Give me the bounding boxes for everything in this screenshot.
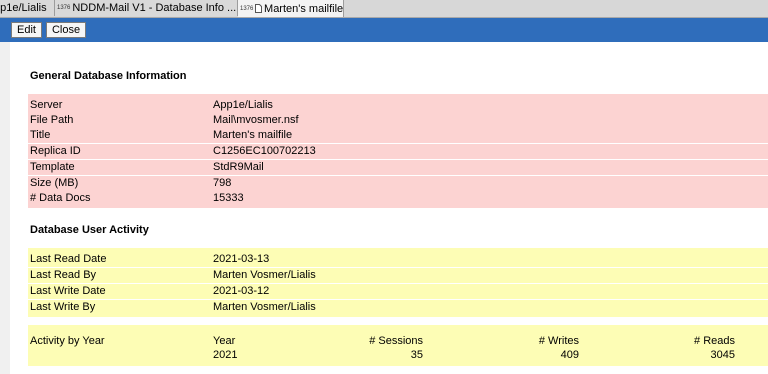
activity-by-year-table: Activity by Year Year # Sessions # Write… [28, 334, 768, 366]
activity-row-last-read-by: Last Read By Marten Vosmer/Lialis [28, 268, 768, 283]
row-value: C1256EC100702213 [213, 145, 316, 157]
row-value: 798 [213, 177, 232, 189]
action-bar: Edit Close [0, 18, 768, 43]
row-label: File Path [30, 114, 74, 126]
tab-label: pp1e/Lialis [0, 2, 47, 14]
info-row-template: Template StdR9Mail [28, 160, 768, 175]
row-label: Replica ID [30, 145, 81, 157]
row-value: 2021-03-12 [213, 285, 270, 297]
row-label: Last Read By [30, 269, 97, 281]
info-row-size: Size (MB) 798 [28, 176, 768, 191]
header-sessions: # Sessions [369, 335, 423, 347]
header-year: Year [213, 335, 236, 347]
header-writes: # Writes [538, 335, 579, 347]
row-label: Last Read Date [30, 253, 107, 265]
row-value: Marten's mailfile [213, 129, 293, 141]
info-row-replica-id: Replica ID C1256EC100702213 [28, 144, 768, 159]
info-row-title: Title Marten's mailfile [28, 128, 768, 143]
row-label: Title [30, 129, 51, 141]
row-value: StdR9Mail [213, 161, 264, 173]
cell-reads: 3045 [710, 349, 735, 361]
row-label: Server [30, 99, 63, 111]
cell-year: 2021 [213, 349, 238, 361]
row-label: Size (MB) [30, 177, 79, 189]
info-row-server: Server App1e/Lialis [28, 98, 768, 113]
tab-label: Marten's mailfile [264, 2, 344, 15]
tab-app1e-lialis[interactable]: pp1e/Lialis [0, 0, 55, 16]
activity-section-title: Database User Activity [30, 224, 149, 236]
tab-strip: pp1e/Lialis 1376 NDDM-Mail V1 - Database… [0, 0, 768, 18]
row-value: 2021-03-13 [213, 253, 270, 265]
cell-sessions: 35 [410, 349, 423, 361]
activity-by-year-top-pad [28, 325, 768, 334]
row-label: # Data Docs [30, 192, 91, 204]
row-label: Last Write By [30, 301, 96, 313]
general-section-title: General Database Information [30, 70, 187, 82]
header-reads: # Reads [694, 335, 735, 347]
row-label: Last Write Date [30, 285, 106, 297]
document-glyph-icon [255, 4, 263, 13]
close-button[interactable]: Close [46, 22, 86, 38]
info-row-file-path: File Path Mail\mvosmer.nsf [28, 113, 768, 128]
activity-spacer [28, 317, 768, 325]
info-row-data-docs: # Data Docs 15333 [28, 191, 768, 208]
row-value: Marten Vosmer/Lialis [213, 301, 316, 313]
activity-row-last-write-by: Last Write By Marten Vosmer/Lialis [28, 300, 768, 317]
edit-button[interactable]: Edit [11, 22, 42, 38]
left-margin [0, 42, 10, 374]
row-value: App1e/Lialis [213, 99, 273, 111]
row-value: Marten Vosmer/Lialis [213, 269, 316, 281]
cell-writes: 409 [560, 349, 579, 361]
tab-nddm-mail-database-info[interactable]: 1376 NDDM-Mail V1 - Database Info ... ✕ [55, 0, 238, 16]
database-icon: 1376 [57, 5, 71, 11]
tab-label: NDDM-Mail V1 - Database Info ... [72, 2, 237, 14]
row-value: Mail\mvosmer.nsf [213, 114, 299, 126]
activity-row-last-read-date: Last Read Date 2021-03-13 [28, 252, 768, 267]
document-icon-text: 1376 [240, 6, 254, 13]
activity-by-year-label: Activity by Year [30, 335, 105, 347]
document-icon: 1376 [240, 4, 263, 13]
activity-row-last-write-date: Last Write Date 2021-03-12 [28, 284, 768, 299]
tab-martens-mailfile[interactable]: 1376 Marten's mailfile ✕ [238, 0, 344, 17]
row-value: 15333 [213, 192, 244, 204]
row-label: Template [30, 161, 75, 173]
